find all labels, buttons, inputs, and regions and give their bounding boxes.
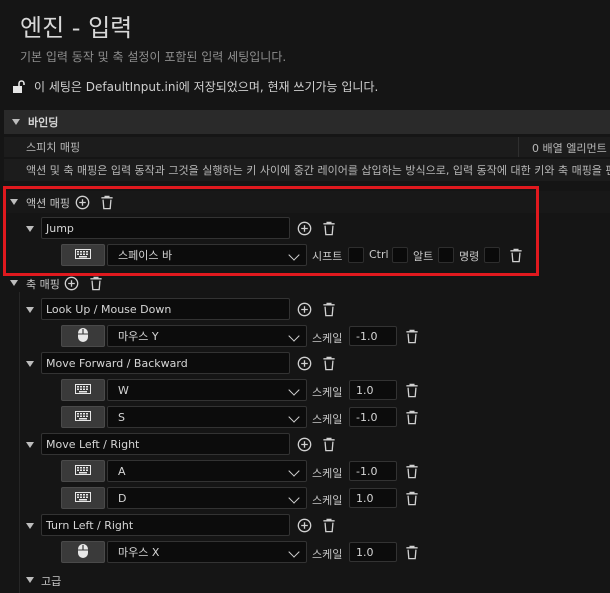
key-dropdown-value: A — [118, 464, 126, 478]
axis-name-field[interactable]: Turn Left / Right — [41, 514, 290, 536]
axis-name-field[interactable]: Move Forward / Backward — [41, 352, 290, 374]
axis-group-caret-icon[interactable] — [26, 361, 34, 367]
add-axis-key-icon[interactable] — [296, 355, 312, 371]
scale-label: 스케일 — [312, 467, 343, 480]
page-title: 엔진 - 입력 — [20, 14, 133, 42]
bindings-section-title: 바인딩 — [28, 116, 59, 129]
key-selector-button[interactable] — [61, 460, 105, 482]
key-dropdown[interactable]: D — [107, 487, 307, 509]
axis-mappings-caret-icon[interactable] — [10, 280, 18, 286]
add-axis-mapping-icon[interactable] — [63, 275, 79, 291]
chevron-down-icon — [288, 411, 300, 423]
delete-key-icon[interactable] — [404, 544, 420, 560]
chevron-down-icon — [288, 384, 300, 396]
bindings-description-row: 액션 및 축 매핑은 입력 동작과 그것을 실행하는 키 사이에 중간 레이어를… — [4, 159, 610, 181]
keyboard-icon — [75, 410, 91, 424]
delete-axis-icon[interactable] — [321, 436, 337, 452]
key-dropdown-value: S — [118, 410, 125, 424]
scale-label: 스케일 — [312, 548, 343, 561]
chevron-down-icon — [288, 492, 300, 504]
add-axis-key-icon[interactable] — [296, 301, 312, 317]
advanced-caret-icon[interactable] — [26, 577, 34, 583]
scale-label: 스케일 — [312, 413, 343, 426]
config-status: 이 세팅은 DefaultInput.ini에 저장되었으며, 현재 쓰기가능 … — [12, 78, 378, 95]
key-dropdown-value: 마우스 Y — [118, 330, 159, 343]
axis-name-field[interactable]: Move Left / Right — [41, 433, 290, 455]
delete-axis-icon[interactable] — [321, 517, 337, 533]
bindings-section-header[interactable]: 바인딩 — [4, 110, 610, 134]
key-selector-button[interactable] — [61, 325, 105, 347]
axis-group-caret-icon[interactable] — [26, 523, 34, 529]
key-dropdown[interactable]: W — [107, 379, 307, 401]
scale-input[interactable]: -1.0 — [349, 407, 397, 427]
scale-input[interactable]: -1.0 — [349, 326, 397, 346]
key-dropdown[interactable]: S — [107, 406, 307, 428]
key-dropdown[interactable]: 마우스 X — [107, 541, 307, 563]
axis-name-field[interactable]: Look Up / Mouse Down — [41, 298, 290, 320]
delete-key-icon[interactable] — [404, 328, 420, 344]
delete-key-icon[interactable] — [404, 409, 420, 425]
scale-input[interactable]: 1.0 — [349, 488, 397, 508]
add-axis-key-icon[interactable] — [296, 517, 312, 533]
delete-key-icon[interactable] — [404, 490, 420, 506]
key-selector-button[interactable] — [61, 541, 105, 563]
add-axis-key-icon[interactable] — [296, 436, 312, 452]
delete-key-icon[interactable] — [404, 382, 420, 398]
scale-input[interactable]: -1.0 — [349, 461, 397, 481]
axis-mappings-label: 축 매핑 — [26, 278, 60, 291]
key-dropdown-value: 마우스 X — [118, 546, 160, 559]
key-selector-button[interactable] — [61, 379, 105, 401]
scale-input[interactable]: 1.0 — [349, 380, 397, 400]
keyboard-icon — [75, 383, 91, 397]
bindings-description: 액션 및 축 매핑은 입력 동작과 그것을 실행하는 키 사이에 중간 레이어를… — [26, 164, 610, 177]
scale-label: 스케일 — [312, 332, 343, 345]
axis-group-caret-icon[interactable] — [26, 442, 34, 448]
page-subtitle: 기본 입력 동작 및 축 설정이 포함된 입력 세팅입니다. — [20, 50, 287, 64]
chevron-down-icon — [288, 546, 300, 558]
key-dropdown[interactable]: 마우스 Y — [107, 325, 307, 347]
chevron-down-icon — [288, 465, 300, 477]
keyboard-icon — [75, 491, 91, 505]
speech-mapping-count: 0 배열 엘리먼트 — [532, 142, 607, 155]
delete-axis-icon[interactable] — [321, 301, 337, 317]
key-selector-button[interactable] — [61, 487, 105, 509]
unlocked-icon[interactable] — [12, 79, 26, 94]
advanced-label[interactable]: 고급 — [41, 573, 61, 589]
collapse-caret-icon[interactable] — [12, 119, 20, 125]
key-selector-button[interactable] — [61, 406, 105, 428]
scale-input[interactable]: 1.0 — [349, 542, 397, 562]
mouse-icon — [77, 543, 89, 562]
delete-axis-mappings-icon[interactable] — [88, 275, 104, 291]
mouse-icon — [77, 327, 89, 346]
chevron-down-icon — [288, 330, 300, 342]
keyboard-icon — [75, 464, 91, 478]
delete-key-icon[interactable] — [404, 463, 420, 479]
highlight-box — [3, 186, 539, 276]
key-dropdown[interactable]: A — [107, 460, 307, 482]
scale-label: 스케일 — [312, 494, 343, 507]
speech-mapping-label: 스피치 매핑 — [26, 141, 81, 154]
scale-label: 스케일 — [312, 386, 343, 399]
speech-mapping-row: 스피치 매핑 — [4, 137, 610, 157]
key-dropdown-value: W — [118, 383, 129, 397]
key-dropdown-value: D — [118, 491, 127, 505]
config-status-text: 이 세팅은 DefaultInput.ini에 저장되었으며, 현재 쓰기가능 … — [34, 80, 379, 94]
delete-axis-icon[interactable] — [321, 355, 337, 371]
axis-group-caret-icon[interactable] — [26, 307, 34, 313]
